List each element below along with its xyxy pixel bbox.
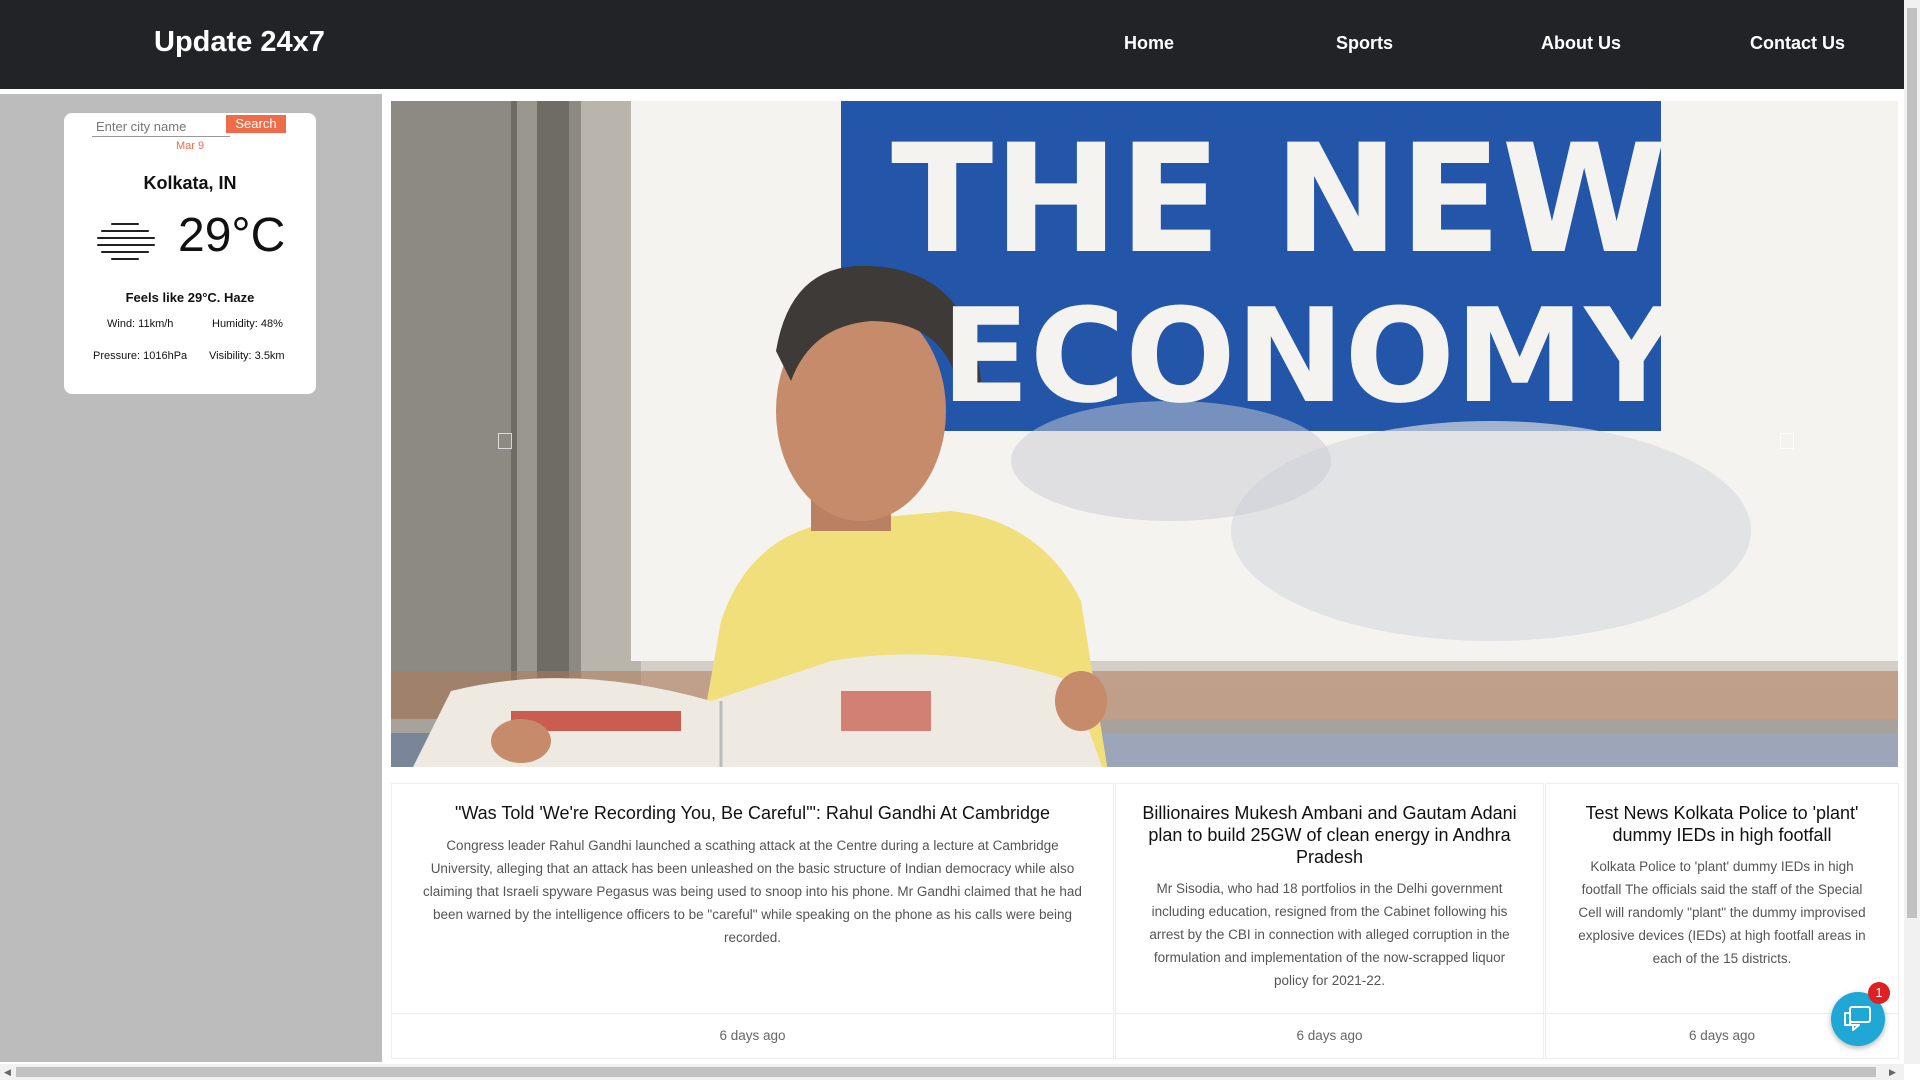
news-card-title[interactable]: "Was Told 'We're Recording You, Be Caref… — [410, 802, 1095, 824]
haze-icon — [97, 223, 155, 260]
billboard-text-line1: THE NEW — [891, 113, 1667, 287]
vertical-scroll-thumb[interactable] — [1907, 8, 1917, 918]
weather-temperature: 29°C — [178, 209, 286, 262]
search-button[interactable]: Search — [226, 115, 286, 133]
news-card-text: Kolkata Police to 'plant' dummy IEDs in … — [1578, 859, 1866, 966]
chat-notification-badge: 1 — [1868, 982, 1890, 1004]
news-card-1[interactable]: "Was Told 'We're Recording You, Be Caref… — [391, 783, 1114, 1059]
nav-home[interactable]: Home — [1124, 33, 1174, 54]
carousel-prev-icon[interactable] — [498, 433, 512, 449]
news-card-title[interactable]: Test News Kolkata Police to 'plant' dumm… — [1564, 802, 1880, 846]
weather-humidity: Humidity: 48% — [212, 318, 283, 330]
brand-logo[interactable]: Update 24x7 — [154, 26, 325, 59]
nav-about-us[interactable]: About Us — [1541, 33, 1621, 54]
hero-carousel[interactable]: THE NEW ECONOMY. — [391, 101, 1898, 767]
city-search-input[interactable] — [92, 116, 230, 137]
scroll-right-arrow-icon[interactable]: ▶ — [1889, 1067, 1896, 1078]
news-card-text: Congress leader Rahul Gandhi launched a … — [423, 838, 1082, 945]
news-card-time: 6 days ago — [1116, 1013, 1543, 1058]
scroll-left-arrow-icon[interactable]: ◀ — [4, 1067, 11, 1078]
news-card-text: Mr Sisodia, who had 18 portfolios in the… — [1149, 881, 1510, 988]
left-sidebar: Search Mar 9 Kolkata, IN 29°C Feels like… — [0, 94, 382, 1062]
weather-city: Kolkata, IN — [143, 173, 237, 193]
nav-sports[interactable]: Sports — [1336, 33, 1393, 54]
weather-wind: Wind: 11km/h — [107, 318, 174, 330]
carousel-next-icon[interactable] — [1780, 433, 1794, 449]
hero-image: THE NEW ECONOMY. — [391, 101, 1898, 767]
top-navbar: Update 24x7 Home Sports About Us Contact… — [0, 0, 1904, 89]
weather-feels-like: Feels like 29°C. Haze — [125, 290, 255, 305]
weather-date: Mar 9 — [175, 140, 205, 152]
horizontal-scrollbar[interactable]: ◀ ▶ — [0, 1064, 1904, 1080]
weather-widget: Search Mar 9 Kolkata, IN 29°C Feels like… — [64, 113, 316, 394]
vertical-scrollbar[interactable] — [1904, 0, 1920, 1064]
news-card-2[interactable]: Billionaires Mukesh Ambani and Gautam Ad… — [1115, 783, 1544, 1059]
nav-contact-us[interactable]: Contact Us — [1750, 33, 1845, 54]
billboard-text-line2: ECONOMY. — [941, 280, 1706, 432]
weather-visibility: Visibility: 3.5km — [209, 350, 285, 362]
news-card-time: 6 days ago — [392, 1013, 1113, 1058]
news-card-title[interactable]: Billionaires Mukesh Ambani and Gautam Ad… — [1134, 802, 1525, 868]
horizontal-scroll-thumb[interactable] — [16, 1067, 1876, 1077]
weather-pressure: Pressure: 1016hPa — [93, 350, 188, 362]
